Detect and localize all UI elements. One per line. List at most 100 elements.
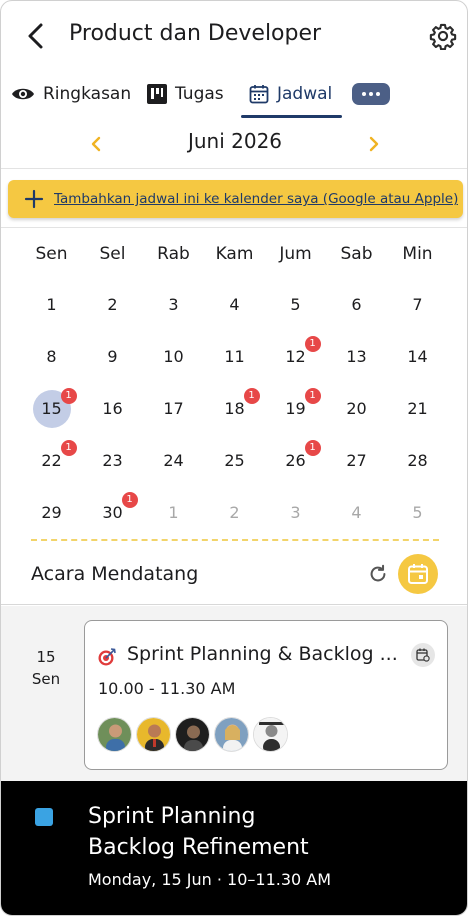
weekday-label: Min [402,244,433,264]
add-to-calendar-link[interactable]: Tambahkan jadwal ini ke kalender saya (G… [54,191,458,207]
calendar-icon [249,85,269,104]
calendar-icon [408,564,428,584]
day-number: 5 [412,503,423,522]
day-number: 1 [168,503,179,522]
calendar-day[interactable]: 12 1 [265,331,326,383]
calendar-day[interactable]: 11 [204,331,265,383]
tab-label: Tugas [175,84,224,104]
gear-icon[interactable] [429,22,457,50]
month-navigator: Juni 2026 [1,119,467,169]
calendar-day[interactable]: 21 [387,383,448,435]
day-number: 20 [346,399,367,418]
calendar-day[interactable]: 2 [204,487,265,539]
calendar-day[interactable]: 30 1 [82,487,143,539]
calendar-day[interactable]: 23 [82,435,143,487]
day-number: 8 [46,347,57,366]
back-arrow-icon[interactable] [23,21,49,51]
weekday-label: Sel [99,244,126,264]
event-count-badge: 1 [243,388,260,404]
tab-tugas[interactable]: Tugas [147,71,224,117]
calendar-day[interactable]: 3 [143,279,204,331]
calendar-sync-icon [416,648,430,662]
calendar-day[interactable]: 20 [326,383,387,435]
calendar-day[interactable]: 6 [326,279,387,331]
more-tabs-button[interactable] [352,83,390,105]
board-icon [147,84,167,104]
page-title: Product dan Developer [69,21,322,46]
day-number: 6 [351,295,362,314]
calendar-day[interactable]: 14 [387,331,448,383]
tab-ringkasan[interactable]: Ringkasan [11,71,131,117]
calendar-day[interactable]: 27 [326,435,387,487]
day-number: 22 1 [33,440,77,480]
chevron-right-icon[interactable] [365,133,383,155]
notification-title: Sprint Planning Backlog Refinement [88,801,448,863]
event-calendar-sync-button[interactable] [411,643,435,667]
calendar-day[interactable]: 1 [21,279,82,331]
calendar-day[interactable]: 3 [265,487,326,539]
event-card[interactable]: Sprint Planning & Backlog ... 10.00 - 11… [84,620,448,770]
dot-icon [369,92,373,96]
calendar-day[interactable]: 9 [82,331,143,383]
calendar-day[interactable]: 5 [387,487,448,539]
calendar-day[interactable]: 17 [143,383,204,435]
day-number: 14 [407,347,428,366]
calendar-day[interactable]: 2 [82,279,143,331]
day-number: 15 1 [32,388,77,428]
add-to-calendar-banner[interactable]: Tambahkan jadwal ini ke kalender saya (G… [8,180,463,218]
notification-title-line: Backlog Refinement [88,835,309,860]
day-number: 2 [107,295,118,314]
calendar-day[interactable]: 7 [387,279,448,331]
event-title: Sprint Planning & Backlog ... [127,643,398,665]
weekday-label: Sen [35,244,68,264]
day-number: 21 [407,399,428,418]
day-number: 4 [351,503,362,522]
day-number: 28 [407,451,428,470]
weekday-label: Sab [340,244,373,264]
calendar-day[interactable]: 5 [265,279,326,331]
event-day: 15 [36,648,56,666]
calendar-day[interactable]: 1 [143,487,204,539]
calendar-day[interactable]: 4 [326,487,387,539]
event-count-badge: 1 [304,440,321,456]
calendar-day[interactable]: 16 [82,383,143,435]
tab-label: Jadwal [277,84,333,104]
day-number: 25 [224,451,245,470]
calendar-day[interactable]: 24 [143,435,204,487]
event-notification[interactable]: Sprint Planning Backlog Refinement Monda… [1,781,467,915]
calendar-day[interactable]: 19 1 [265,383,326,435]
calendar-day[interactable]: 28 [387,435,448,487]
weekday-label: Jum [279,244,312,264]
refresh-icon[interactable] [367,563,389,585]
event-count-badge: 1 [304,336,321,352]
avatar [97,717,132,752]
calendar-day[interactable]: 29 [21,487,82,539]
upcoming-header: Acara Mendatang [1,549,467,605]
event-color-indicator [35,808,53,826]
dot-icon [376,92,380,96]
calendar-day[interactable]: 8 [21,331,82,383]
app-frame: Product dan Developer Ringkasan Tugas Ja… [0,0,468,916]
calendar-day[interactable]: 10 [143,331,204,383]
event-weekday: Sen [31,670,61,688]
calendar-day[interactable]: 4 [204,279,265,331]
avatar [214,717,249,752]
day-number: 12 1 [277,336,321,376]
weekday-label: Rab [157,244,190,264]
day-number: 2 [229,503,240,522]
calendar-day[interactable]: 13 [326,331,387,383]
dashed-divider [31,539,439,541]
calendar-day[interactable]: 22 1 [21,435,82,487]
calendar-day[interactable]: 25 [204,435,265,487]
day-number: 1 [46,295,57,314]
weekday-label: Kam [215,244,254,264]
tab-jadwal[interactable]: Jadwal [249,71,332,117]
event-count-badge: 1 [60,388,77,404]
day-number: 7 [412,295,423,314]
day-number: 23 [102,451,123,470]
open-calendar-button[interactable] [398,554,438,594]
calendar-day[interactable]: 18 1 [204,383,265,435]
calendar-day[interactable]: 26 1 [265,435,326,487]
event-count-badge: 1 [60,440,77,456]
calendar-day[interactable]: 15 1 [21,383,82,435]
